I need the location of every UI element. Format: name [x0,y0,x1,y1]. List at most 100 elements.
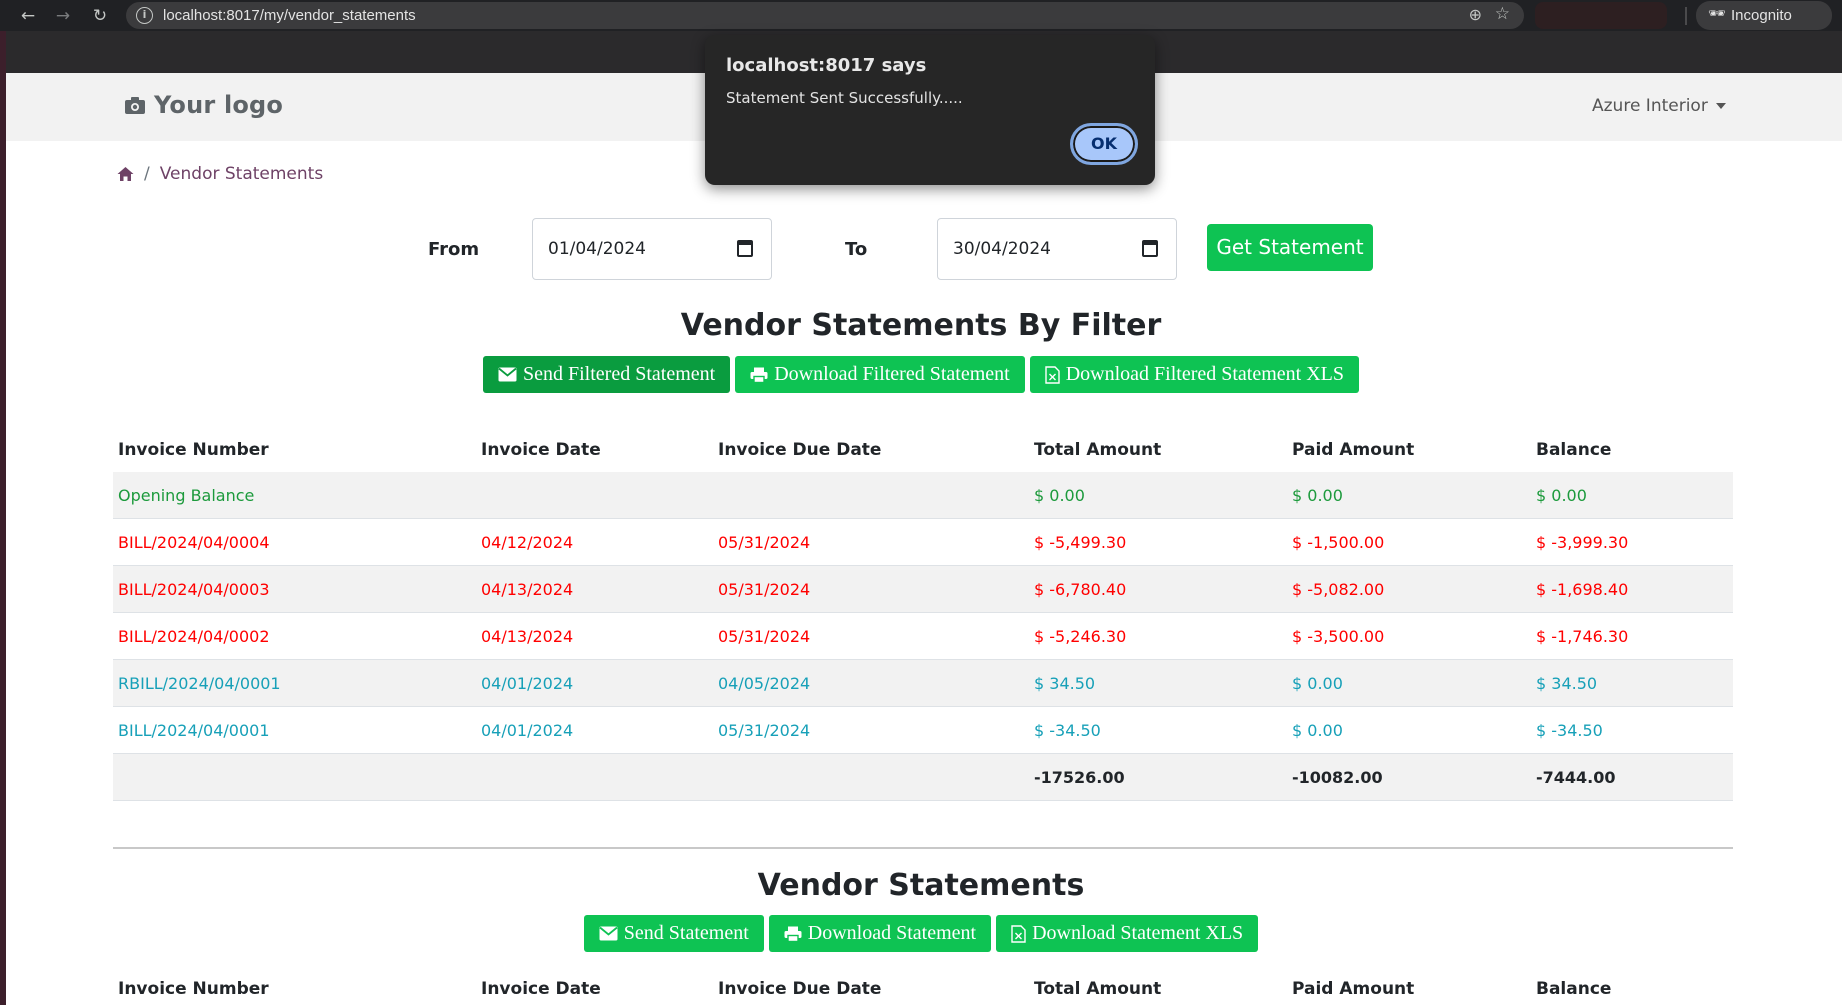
dialog-ok-button[interactable]: OK [1070,123,1138,165]
column-header: Total Amount [1034,979,1162,999]
table-cell: $ 34.50 [1034,673,1096,693]
section-divider [113,847,1733,849]
table-cell[interactable]: BILL/2024/04/0004 [113,533,476,552]
statement-table: Invoice Number Invoice Date Invoice Due … [113,968,1733,1005]
column-header: Invoice Number [118,440,269,460]
zoom-icon[interactable]: ⊕ [1469,5,1482,24]
to-date-input[interactable]: 30/04/2024 [937,218,1177,280]
table-cell[interactable]: BILL/2024/04/0001 [113,721,476,740]
table-cell: $ 0.00 [1034,485,1085,505]
to-date-value[interactable]: 30/04/2024 [953,239,1051,259]
from-date-value[interactable]: 01/04/2024 [548,239,646,259]
table-cell: $ -1,500.00 [1292,532,1385,552]
table-cell[interactable]: RBILL/2024/04/0001 [113,674,476,693]
download-filtered-statement-xls-label: Download Filtered Statement XLS [1065,363,1344,385]
breadcrumb-separator: / [144,164,150,184]
column-header: Total Amount [1034,440,1162,460]
table-cell: 05/31/2024 [718,626,811,646]
browser-toolbar: ← → ↻ i localhost:8017/my/vendor_stateme… [0,0,1842,31]
send-filtered-statement-label: Send Filtered Statement [523,363,716,385]
to-label: To [845,239,868,260]
column-header: Invoice Date [481,979,601,999]
table-cell: $ 0.00 [1536,485,1587,505]
table-cell: 04/05/2024 [718,673,811,693]
filtered-statement-table: Invoice Number Invoice Date Invoice Due … [113,428,1733,801]
column-header: Paid Amount [1292,979,1415,999]
table-cell: $ -1,746.30 [1536,626,1629,646]
company-dropdown[interactable]: Azure Interior [1592,96,1726,116]
home-icon[interactable] [117,166,134,182]
table-cell: 05/31/2024 [718,579,811,599]
table-cell: $ -5,246.30 [1034,626,1127,646]
table-cell: 04/12/2024 [481,532,574,552]
send-statement-label: Send Statement [623,922,749,944]
column-header: Invoice Due Date [718,440,882,460]
from-date-input[interactable]: 01/04/2024 [532,218,772,280]
alert-dialog: localhost:8017 says Statement Sent Succe… [705,35,1155,185]
calendar-icon[interactable] [737,240,753,257]
send-statement-button[interactable]: Send Statement [583,915,764,952]
table-cell: $ -6,780.40 [1034,579,1127,599]
back-arrow-icon[interactable]: ← [16,4,40,28]
table-cell: Opening Balance [118,485,255,505]
extensions-area [1535,2,1667,29]
opening-balance-row: Opening Balance $ 0.00 $ 0.00 $ 0.00 [113,472,1733,519]
bookmark-star-icon[interactable]: ☆ [1495,4,1510,24]
table-cell: $ -34.50 [1536,720,1603,740]
table-cell: $ -3,500.00 [1292,626,1385,646]
incognito-label: Incognito [1731,7,1792,24]
breadcrumb-current[interactable]: Vendor Statements [160,164,323,184]
paid-amount-sum: -10082.00 [1292,767,1383,787]
reload-icon[interactable]: ↻ [88,4,112,28]
table-row[interactable]: BILL/2024/04/0001 04/01/2024 05/31/2024 … [113,707,1733,754]
download-statement-button[interactable]: Download Statement [768,915,992,952]
table-cell[interactable]: BILL/2024/04/0003 [113,580,476,599]
from-label: From [428,239,480,260]
balance-sum: -7444.00 [1536,767,1616,787]
caret-down-icon [1715,103,1726,109]
calendar-icon[interactable] [1142,240,1158,257]
envelope-icon [498,367,517,382]
camera-icon [125,97,145,114]
dialog-message: Statement Sent Successfully..... [726,89,963,107]
table-cell: 05/31/2024 [718,532,811,552]
download-filtered-statement-xls-button[interactable]: Download Filtered Statement XLS [1029,356,1359,393]
column-header: Invoice Due Date [718,979,882,999]
site-info-icon[interactable]: i [136,7,153,24]
table-cell: $ -34.50 [1034,720,1101,740]
envelope-icon [599,926,618,941]
filtered-section-title: Vendor Statements By Filter [680,308,1162,343]
address-url[interactable]: localhost:8017/my/vendor_statements [163,7,416,24]
table-cell[interactable]: BILL/2024/04/0002 [113,627,476,646]
dialog-title: localhost:8017 says [726,55,927,76]
send-filtered-statement-button[interactable]: Send Filtered Statement [483,356,731,393]
forward-arrow-icon[interactable]: → [51,4,75,28]
incognito-indicator[interactable]: 🕶 Incognito [1696,1,1832,30]
table-cell: 04/01/2024 [481,673,574,693]
table-header-row: Invoice Number Invoice Date Invoice Due … [113,428,1733,472]
filtered-actions: Send Filtered Statement Download Filtere… [0,356,1842,393]
download-statement-label: Download Statement [807,922,977,944]
table-cell: $ -1,698.40 [1536,579,1629,599]
table-cell: $ 0.00 [1292,673,1343,693]
site-logo[interactable]: Your logo [124,91,283,119]
table-row[interactable]: BILL/2024/04/0003 04/13/2024 05/31/2024 … [113,566,1733,613]
printer-icon [750,367,768,383]
table-row[interactable]: BILL/2024/04/0002 04/13/2024 05/31/2024 … [113,613,1733,660]
column-header: Balance [1536,440,1612,460]
table-cell: 04/01/2024 [481,720,574,740]
get-statement-button[interactable]: Get Statement [1207,224,1373,271]
table-cell: $ -5,082.00 [1292,579,1385,599]
download-statement-xls-button[interactable]: Download Statement XLS [996,915,1259,952]
table-row[interactable]: BILL/2024/04/0004 04/12/2024 05/31/2024 … [113,519,1733,566]
total-amount-sum: -17526.00 [1034,767,1125,787]
download-filtered-statement-button[interactable]: Download Filtered Statement [735,356,1025,393]
statement-actions: Send Statement Download Statement Downlo… [0,915,1842,952]
column-header: Balance [1536,979,1612,999]
breadcrumb: / Vendor Statements [117,164,323,184]
address-bar[interactable]: i localhost:8017/my/vendor_statements ⊕ … [126,2,1524,29]
table-cell: 04/13/2024 [481,626,574,646]
column-header: Invoice Date [481,440,601,460]
table-row[interactable]: RBILL/2024/04/0001 04/01/2024 04/05/2024… [113,660,1733,707]
printer-icon [784,926,802,942]
